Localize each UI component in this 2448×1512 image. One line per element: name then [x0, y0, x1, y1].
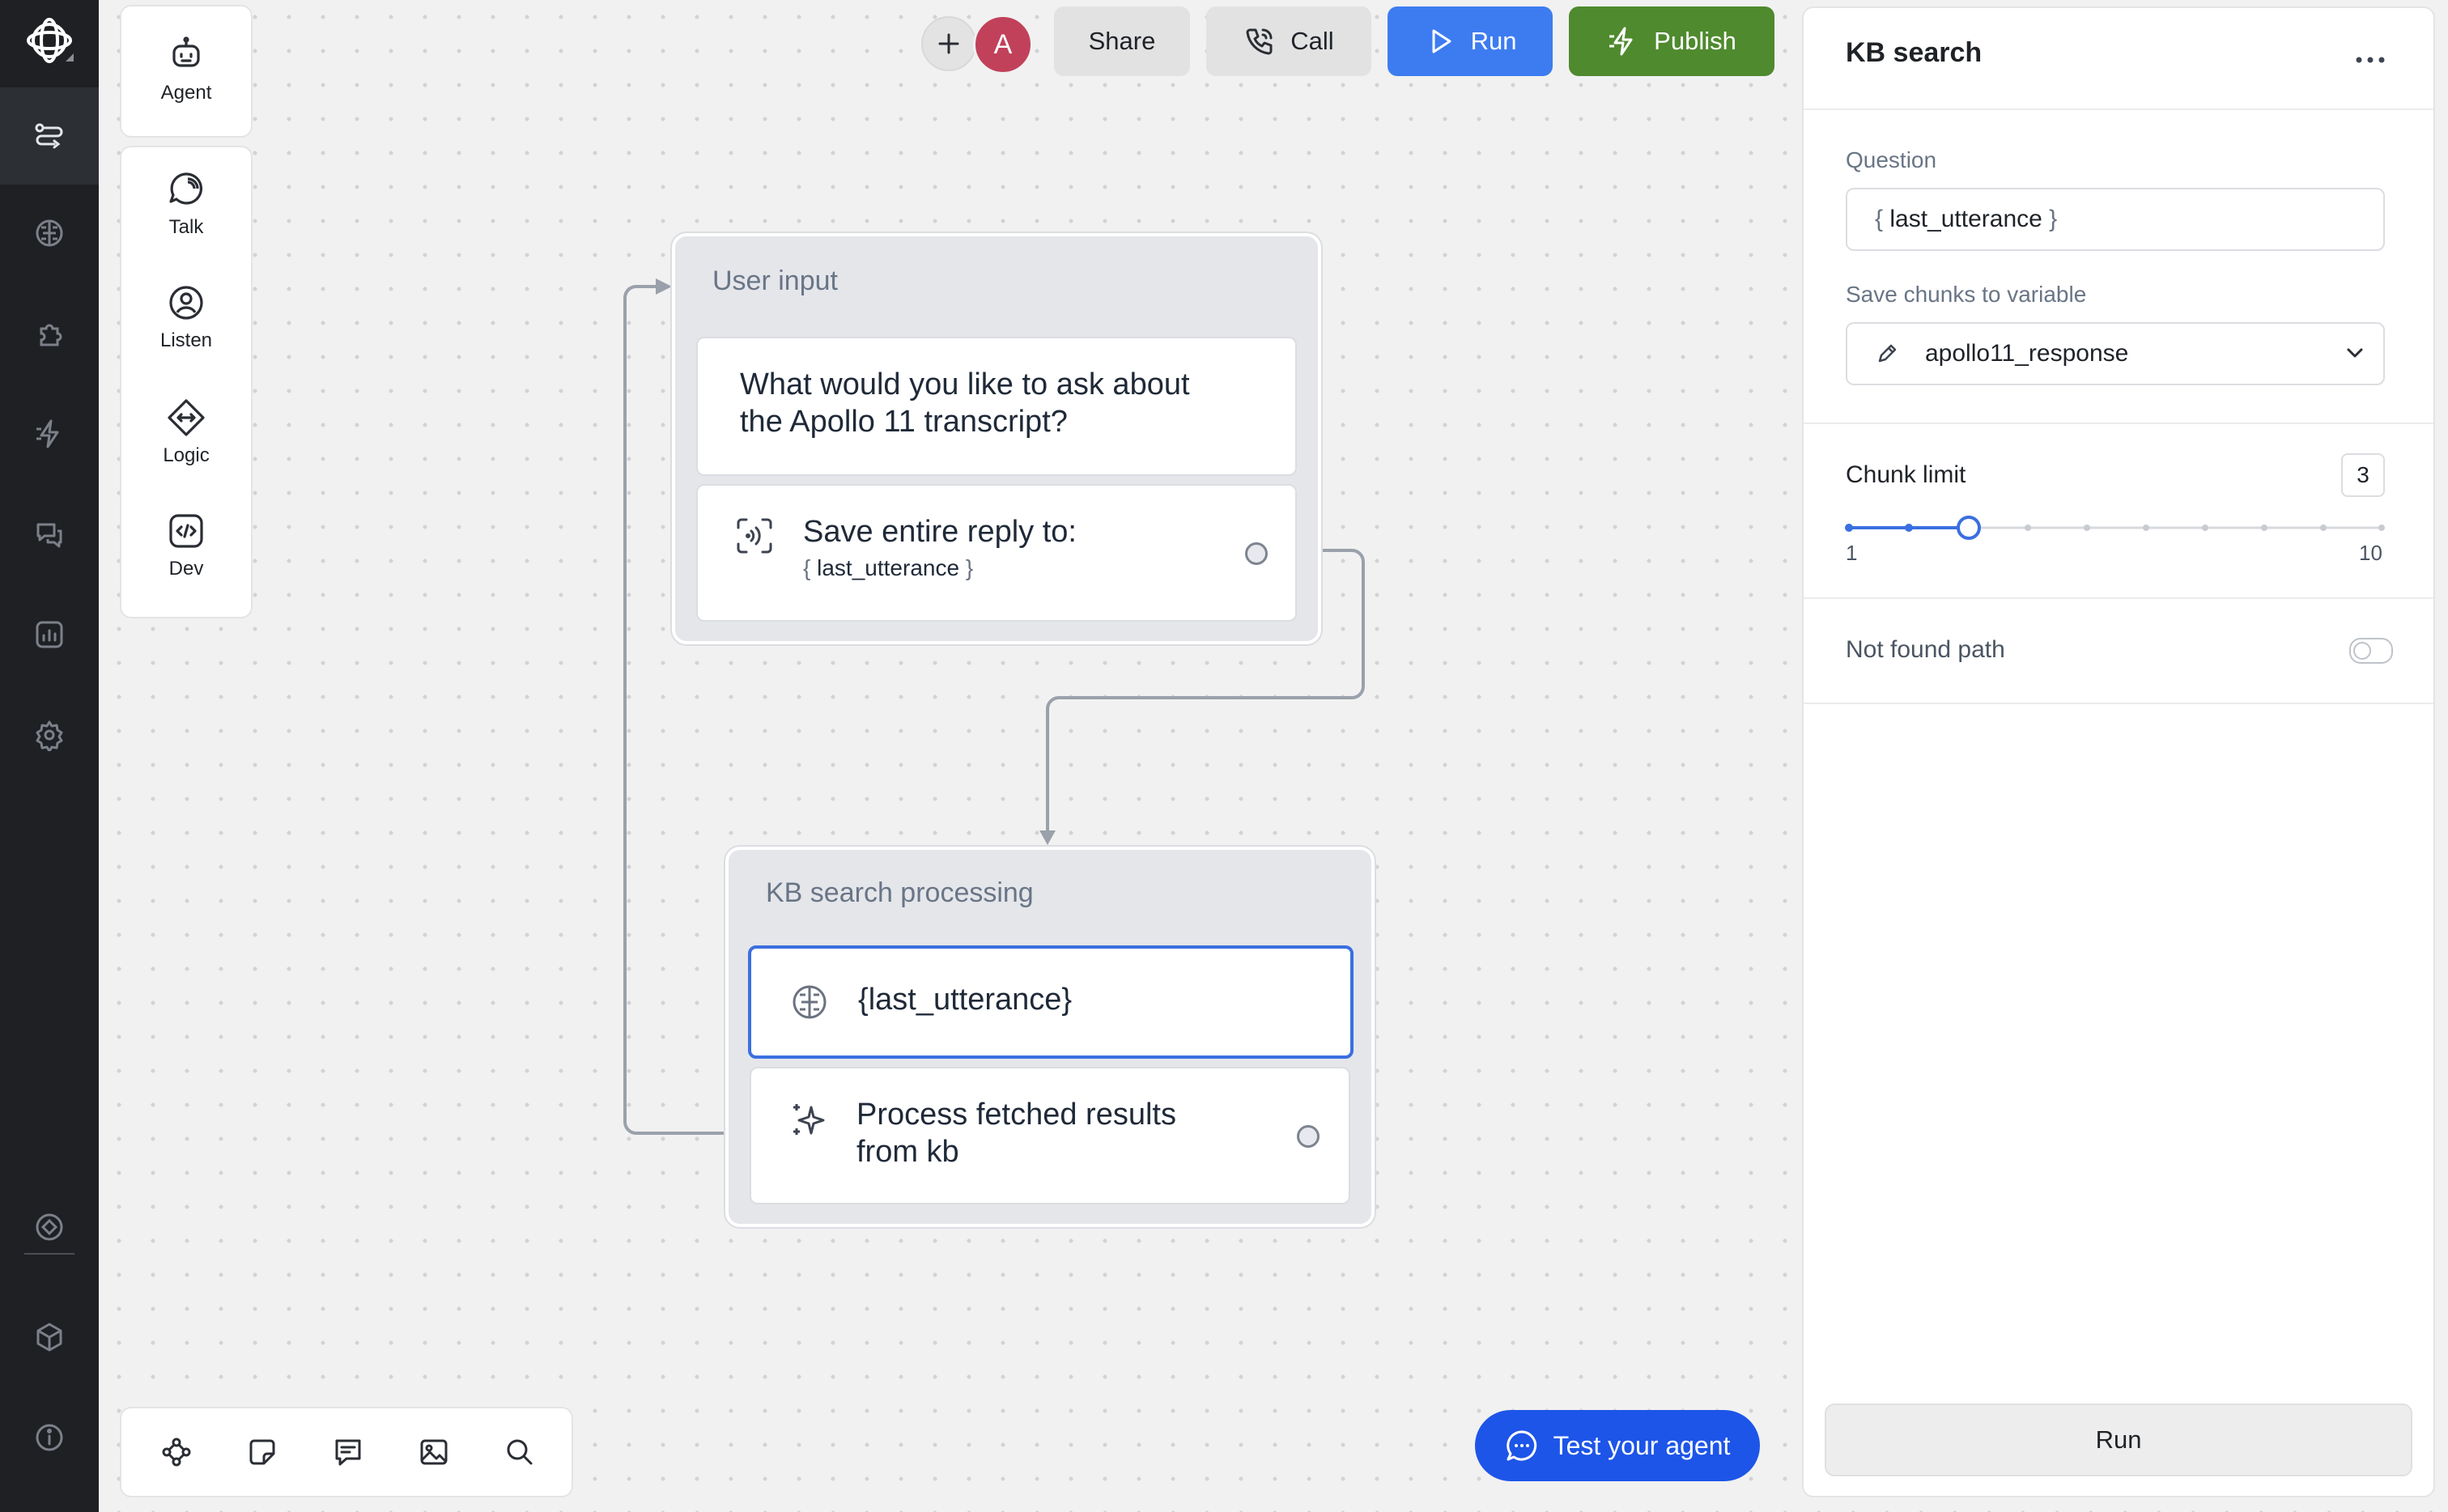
nav-cube-icon[interactable] — [0, 1289, 99, 1386]
question-label: Question — [1846, 147, 1937, 172]
kb-query-text: {last_utterance} — [858, 983, 1073, 1017]
not-found-path-toggle[interactable] — [2349, 638, 2393, 664]
panel-divider — [1804, 703, 2433, 704]
more-options-icon[interactable] — [2346, 37, 2395, 83]
nav-info-icon[interactable] — [0, 1389, 99, 1486]
chunk-limit-value[interactable]: 3 — [2341, 453, 2385, 497]
output-port[interactable] — [1245, 542, 1268, 565]
save-reply-label: Save entire reply to: — [803, 515, 1077, 549]
slider-min-label: 1 — [1846, 541, 1858, 565]
tool-comment-icon[interactable] — [327, 1431, 369, 1473]
chunk-limit-label: Chunk limit — [1846, 461, 1966, 488]
brain-icon — [793, 985, 827, 1019]
variable-chip: { last_utterance } — [803, 555, 974, 580]
step-settings-panel: KB search Question { last_utterance } Sa… — [1802, 6, 2435, 1497]
save-chunks-select[interactable]: apollo11_response — [1846, 322, 2385, 385]
process-results-card[interactable]: Process fetched results from kb — [750, 1067, 1350, 1204]
chat-icon — [1506, 1430, 1536, 1461]
save-chunks-value: apollo11_response — [1925, 340, 2129, 367]
user-input-node[interactable]: User input What would you like to ask ab… — [670, 231, 1323, 646]
panel-divider — [1804, 597, 2433, 599]
variable-name: last_utterance — [817, 555, 960, 580]
prompt-line-1: What would you like to ask about — [740, 367, 1190, 401]
chevron-down-icon — [2347, 348, 2363, 358]
not-found-path-label: Not found path — [1846, 636, 2005, 663]
canvas-tools-bar — [120, 1407, 573, 1497]
tool-sticky-note-icon[interactable] — [241, 1431, 283, 1473]
pencil-icon — [1878, 344, 1897, 363]
chunk-limit-slider[interactable] — [1836, 512, 2403, 544]
test-your-agent-button[interactable]: Test your agent — [1475, 1410, 1760, 1481]
prompt-card[interactable]: What would you like to ask about the Apo… — [696, 337, 1297, 476]
node-title: KB search processing — [766, 877, 1034, 908]
panel-divider — [1804, 423, 2433, 424]
kb-search-node[interactable]: KB search processing {last_utterance} Pr… — [724, 845, 1376, 1229]
sparkles-icon — [793, 1104, 825, 1135]
panel-divider — [1804, 108, 2433, 110]
save-chunks-label: Save chunks to variable — [1846, 282, 2087, 307]
process-line-1: Process fetched results — [856, 1098, 1176, 1132]
question-value: last_utterance — [1889, 206, 2042, 232]
node-title: User input — [712, 265, 838, 296]
panel-run-button[interactable]: Run — [1825, 1404, 2412, 1476]
prompt-line-2: the Apollo 11 transcript? — [740, 405, 1068, 439]
output-port[interactable] — [1297, 1125, 1320, 1148]
question-input[interactable]: { last_utterance } — [1846, 188, 2385, 251]
test-button-label: Test your agent — [1553, 1430, 1731, 1460]
capture-icon — [737, 518, 772, 554]
save-reply-card[interactable]: Save entire reply to: { last_utterance } — [696, 484, 1297, 622]
panel-title: KB search — [1846, 37, 1983, 68]
tool-search-icon[interactable] — [499, 1431, 541, 1473]
tool-nodes-icon[interactable] — [155, 1431, 198, 1473]
question-variable-chip: { last_utterance } — [1875, 206, 2058, 232]
tool-image-icon[interactable] — [413, 1431, 455, 1473]
slider-max-label: 10 — [2359, 541, 2382, 565]
process-line-2: from kb — [856, 1135, 959, 1169]
kb-search-step-card[interactable]: {last_utterance} — [748, 945, 1354, 1059]
